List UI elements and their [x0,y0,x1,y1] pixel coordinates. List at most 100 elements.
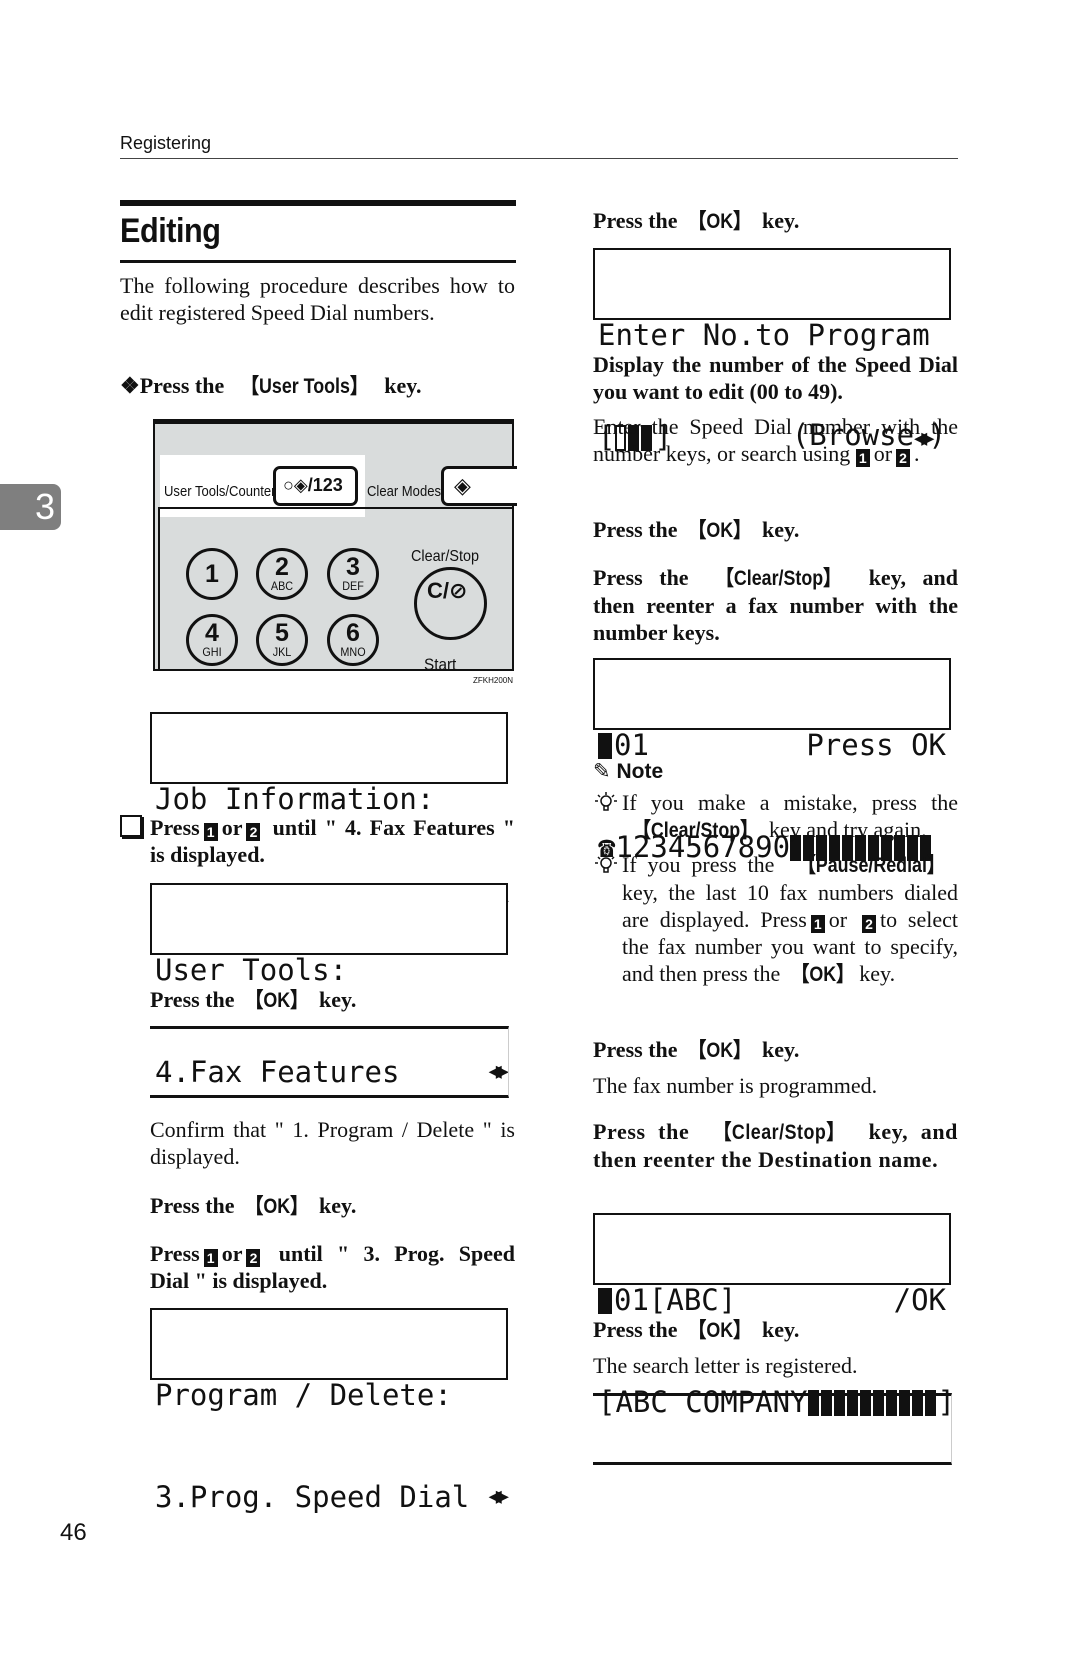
diamond-bullet-icon: ❖ [120,373,140,398]
up-key-icon: 1 [855,449,870,467]
ok-key-label: 【OK】 [245,1195,309,1218]
note-item: If you make a mistake, press the 【Clear/… [595,789,958,844]
clear-stop-key-label: 【Clear/Stop】 [716,567,842,590]
user-tools-counter-button[interactable]: ○◈/123 [273,466,358,506]
key-letters: GHI [202,645,222,659]
key-digit: 1 [205,560,219,588]
down-key-icon: 2 [246,1249,261,1267]
key-digit: 5 [275,619,289,647]
key-letters: DEF [342,579,364,593]
step-clear-stop-reenter-fax: Press the 【Clear/Stop】 key, and then ree… [593,565,958,645]
checkbox-bullet-icon [120,815,142,837]
ok-key-label: 【OK】 [791,963,854,986]
numeric-key-3[interactable]: 3 DEF [327,548,379,600]
user-tools-icon: ○◈/123 [283,475,343,495]
down-key-icon: 2 [246,823,261,841]
lcd-line-2: 3.Prog. Speed Dial [155,1480,470,1514]
pencil-icon: ✎ [593,760,611,783]
lcd-line-1: Program / Delete: [155,1378,452,1412]
key-digit: 6 [346,619,360,647]
lcd-destination-name: 01[ABC]/OK [ABC COMPANY] [593,1213,955,1419]
step-text: key. [384,373,422,398]
ok-key-label: 【OK】 [688,519,752,542]
lcd-speed-dial-number: 01 [614,728,649,762]
clear-modes-label: Clear Modes [367,484,441,500]
search-letter-registered-text: The search letter is registered. [593,1353,858,1378]
clear-stop-label: Clear/Stop [411,548,480,565]
key-letters: ABC [270,579,294,593]
title-bar [120,200,516,206]
running-head: Registering [120,133,212,153]
user-tools-key-label: 【User Tools】 [240,375,368,398]
start-label: Start [424,655,457,674]
key-digit: 3 [346,553,360,581]
numeric-key-2[interactable]: 2 ABC [256,548,308,600]
numeric-key-1[interactable]: 1 [186,548,238,600]
lightbulb-icon [595,854,617,873]
step-press-until-prog-speed-dial: Press 1 or 2 until " 3. Prog. Speed Dial " … [150,1241,515,1293]
step-display-number-body: Enter the Speed Dial number with the num… [593,414,958,467]
user-tools-counter-label: User Tools/Counter [164,484,276,500]
lcd-entry-code: 01[ABC] [614,1283,737,1317]
lcd-user-tools: User Tools: 4.Fax Features ◀▶ [150,883,509,1089]
step-press-ok: Press the 【OK】 key. [150,1193,357,1218]
lcd-enter-number: Enter No.to Program [] (Browse◀▶) [593,248,951,454]
lcd-job-information: Job Information: 1.Cancel TX / RX◀▶ [150,712,509,918]
down-key-icon: 2 [896,449,911,467]
numeric-key-6[interactable]: 6 MNO [327,614,379,666]
down-key-icon: 2 [861,915,876,933]
lcd-blank [150,1026,509,1098]
lightbulb-icon [595,792,617,811]
pause-redial-key-label: 【Pause/Redial】 [798,854,946,877]
step-press-ok: Press the 【OK】 key. [593,517,800,542]
left-right-arrows-icon: ◀▶ [488,1484,509,1509]
numeric-key-5[interactable]: 5 JKL [256,614,308,666]
lcd-press-ok: Press OK [806,728,946,762]
clear-stop-key[interactable]: C/⊘ [414,567,487,640]
ok-key-label: 【OK】 [688,1039,752,1062]
lcd-line-1: Job Information: [155,782,435,816]
key-digit: 2 [275,553,289,581]
lcd-ok-label: /OK [893,1283,946,1317]
step-press-ok: Press the 【OK】 key. [593,1317,800,1342]
ok-key-label: 【OK】 [688,1319,752,1342]
clear-stop-key-label: 【Clear/Stop】 [633,819,759,842]
header-rule [120,158,958,159]
lcd-line-1: Enter No.to Program [598,318,930,352]
lcd-program-delete: Program / Delete: 3.Prog. Speed Dial ◀▶ [150,1308,509,1514]
clear-modes-button[interactable]: ◈ [441,466,517,506]
confirm-text: Confirm that " 1. Program / Delete " is … [150,1117,515,1169]
ok-key-label: 【OK】 [245,989,309,1012]
step-text: Press the [139,373,225,398]
title-rule [120,260,516,263]
lcd-blank [593,1393,952,1465]
clear-stop-icon: C/⊘ [427,578,468,603]
clear-stop-key-label: 【Clear/Stop】 [713,1121,845,1144]
lcd-fax-number: 01 Press OK ☎1234567890 [593,658,951,864]
chapter-tab[interactable]: 3 [0,484,61,530]
numeric-key-4[interactable]: 4 GHI [186,614,238,666]
step-clear-stop-reenter-name: Press the 【Clear/Stop】 key, and then ree… [593,1119,959,1172]
up-key-icon: 1 [203,1249,218,1267]
section-title: Editing [120,212,221,250]
note-item: If you press the 【Pause/Redial】 key, the… [595,851,958,988]
figure-code: ZFKH200N [473,676,514,685]
step-display-number: Display the number of the Speed Dial you… [593,352,958,404]
key-digit: 4 [205,619,219,647]
ok-key-label: 【OK】 [688,210,752,233]
step-user-tools: ❖Press the 【User Tools】 key. [120,372,520,400]
clear-modes-icon: ◈ [454,473,471,498]
key-letters: JKL [272,645,292,659]
key-letters: MNO [340,645,366,659]
up-key-icon: 1 [203,823,218,841]
step-press-ok: Press the 【OK】 key. [593,1037,800,1062]
intro-text: The following procedure describes how to… [120,273,515,325]
step-press-until-fax-features: Press 1 or 2 until " 4. Fax Features " is d… [150,815,515,867]
lcd-line-1: User Tools: [155,953,348,987]
note-heading: ✎ Note [593,760,664,783]
page-number: 46 [60,1519,87,1546]
step-press-ok: Press the 【OK】 key. [150,987,357,1012]
up-key-icon: 1 [810,915,825,933]
fax-programmed-text: The fax number is programmed. [593,1073,878,1098]
step-press-ok: Press the 【OK】 key. [593,208,800,233]
